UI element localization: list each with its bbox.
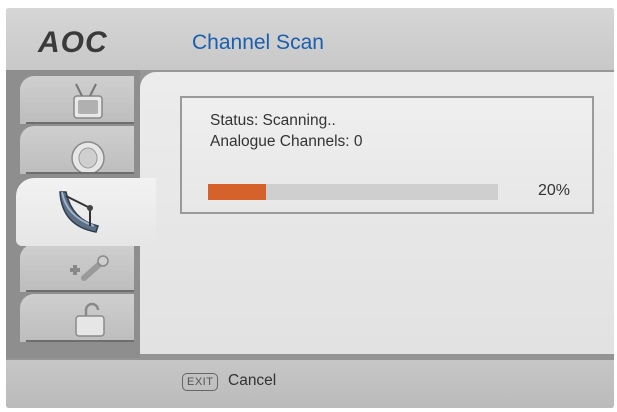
scan-progress-bar: [208, 184, 498, 200]
sidebar-tab-channel[interactable]: [16, 178, 156, 246]
sidebar-tab-setup[interactable]: [20, 244, 134, 292]
page-title: Channel Scan: [192, 31, 324, 54]
tools-settings-icon: [70, 255, 109, 281]
scan-status-text: Status: Scanning..: [210, 112, 336, 129]
osd-menu-window: AOC Channel Scan Status: Scanning.. Anal…: [6, 8, 614, 408]
tv-picture-icon: [73, 83, 103, 119]
footer-bar: EXIT Cancel: [6, 360, 614, 408]
lock-icon: [75, 302, 105, 337]
satellite-dish-icon: [59, 191, 99, 233]
sidebar: [6, 70, 156, 358]
content-area: Status: Scanning.. Analogue Channels: 0 …: [140, 72, 614, 354]
analogue-channel-count: Analogue Channels: 0: [210, 133, 363, 150]
scan-status-panel: Status: Scanning.. Analogue Channels: 0 …: [180, 96, 594, 214]
sidebar-tab-sound[interactable]: [20, 126, 134, 174]
exit-key-icon: EXIT: [182, 373, 219, 391]
sidebar-tab-picture[interactable]: [20, 76, 134, 124]
scan-progress-percent: 20%: [537, 182, 570, 199]
brand-logo: AOC: [38, 26, 108, 59]
cancel-button[interactable]: Cancel: [228, 372, 276, 390]
scan-progress-fill: [208, 184, 266, 200]
speaker-sound-icon: [71, 141, 105, 172]
sidebar-tab-lock[interactable]: [20, 294, 134, 342]
header-bar: AOC Channel Scan: [6, 8, 614, 70]
